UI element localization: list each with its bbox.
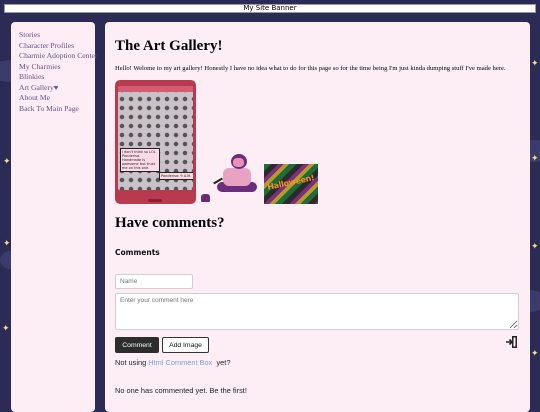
- phone-note: I don't think so LOL Ponderisa. Handmade…: [120, 148, 160, 172]
- comment-input[interactable]: [115, 293, 519, 330]
- phone-note: Ponderisa: 9 A.M.: [159, 172, 193, 180]
- sidebar-link-my-charmies[interactable]: My Charmies: [19, 62, 95, 73]
- halloween-artwork[interactable]: Halloween!: [264, 164, 318, 204]
- name-input[interactable]: [115, 274, 193, 289]
- star-icon: ✦: [531, 349, 539, 359]
- html-comment-box-link[interactable]: Html Comment Box: [148, 358, 212, 367]
- sidebar-nav: Stories Character Profiles Charmie Adopt…: [11, 22, 97, 412]
- phone-home-button: [148, 199, 162, 202]
- comments-heading: Have comments?: [115, 215, 225, 231]
- star-icon: ✦: [3, 157, 11, 167]
- add-image-button[interactable]: Add Image: [162, 337, 209, 353]
- star-icon: ✦: [3, 239, 11, 249]
- character-face: [233, 158, 244, 167]
- page-title: The Art Gallery!: [115, 38, 223, 54]
- phone-status-bar: [118, 86, 193, 92]
- sidebar-link-about-me[interactable]: About Me: [19, 93, 95, 104]
- not-using-text: Not using Html Comment Box yet?: [115, 358, 230, 367]
- character-body: [223, 168, 251, 186]
- no-comments-message: No one has commented yet. Be the first!: [115, 386, 247, 395]
- not-using-prefix: Not using: [115, 358, 149, 367]
- character-artwork[interactable]: [213, 154, 261, 204]
- comment-box-title: Comments: [115, 248, 160, 257]
- star-icon: ✦: [531, 242, 539, 252]
- site-banner: My Site Banner: [4, 4, 536, 13]
- comment-button[interactable]: Comment: [115, 337, 159, 353]
- cupcake-artwork[interactable]: [201, 194, 210, 202]
- sidebar-link-stories[interactable]: Stories: [19, 30, 95, 41]
- login-icon[interactable]: [506, 335, 518, 349]
- phone-screen: I don't think so LOL Ponderisa. Handmade…: [118, 86, 193, 190]
- star-icon: ✦: [531, 59, 539, 69]
- sidebar-link-art-gallery[interactable]: Art Gallery♥: [19, 83, 95, 94]
- halloween-text: Halloween!: [266, 173, 316, 192]
- sidebar-link-blinkies[interactable]: Blinkies: [19, 72, 95, 83]
- sidebar-link-back-to-main[interactable]: Back To Main Page: [19, 104, 95, 115]
- star-icon: ✦: [531, 154, 539, 164]
- phone-artwork[interactable]: I don't think so LOL Ponderisa. Handmade…: [115, 80, 196, 204]
- sidebar-link-character-profiles[interactable]: Character Profiles: [19, 41, 95, 52]
- sidebar-link-charmie-adoption-center[interactable]: Charmie Adoption Center: [19, 51, 97, 62]
- main-content: The Art Gallery! Hello! Welome to my art…: [105, 22, 530, 412]
- star-icon: ✦: [2, 324, 10, 334]
- not-using-suffix: yet?: [212, 358, 231, 367]
- intro-text: Hello! Welome to my art gallery! Honestl…: [115, 65, 506, 72]
